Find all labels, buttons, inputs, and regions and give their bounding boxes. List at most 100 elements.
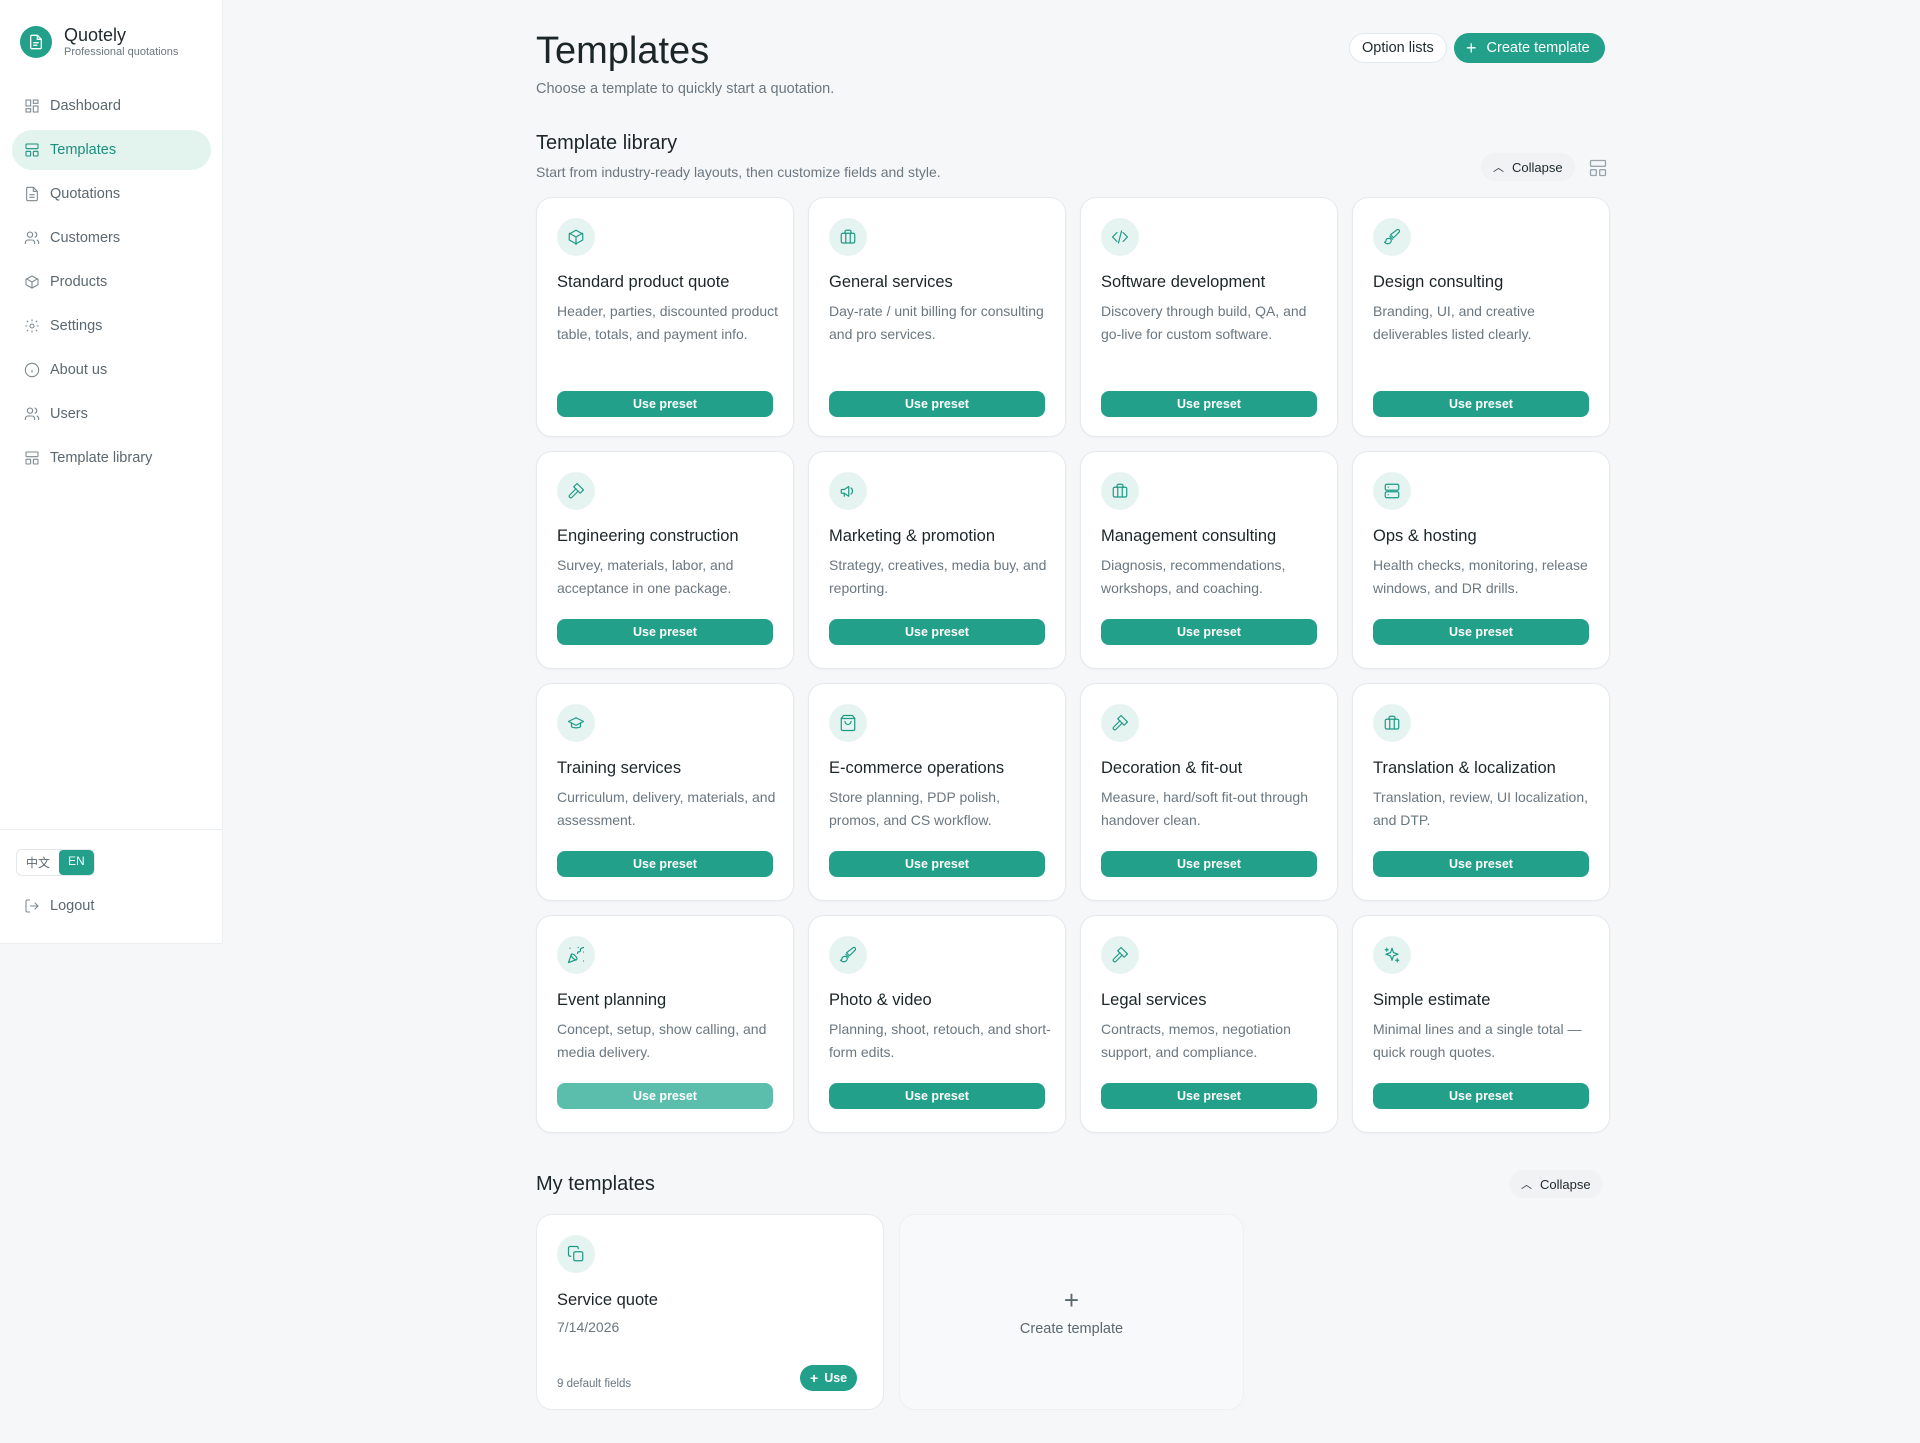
create-template-button[interactable]: + Create template	[1454, 33, 1605, 63]
sidebar-item-quotations[interactable]: Quotations	[12, 174, 211, 214]
use-preset-button[interactable]: Use preset	[829, 391, 1045, 417]
template-card-title: Ops & hosting	[1373, 527, 1477, 545]
template-card[interactable]: General services Day-rate / unit billing …	[808, 197, 1066, 437]
template-card-title: General services	[829, 273, 953, 291]
box-icon	[557, 218, 595, 256]
info-icon	[24, 362, 40, 378]
sidebar-nav: Dashboard Templates Quotations Customers…	[12, 86, 211, 482]
create-template-card[interactable]: + Create template	[899, 1214, 1244, 1410]
template-card-description: Branding, UI, and creative deliverables …	[1373, 303, 1535, 342]
brush-icon	[1373, 218, 1411, 256]
graduation-cap-icon	[557, 704, 595, 742]
use-preset-button[interactable]: Use preset	[829, 1083, 1045, 1109]
template-card[interactable]: Design consulting Branding, UI, and creat…	[1352, 197, 1610, 437]
collapse-label: Collapse	[1540, 1176, 1591, 1192]
sidebar-item-template-library[interactable]: Template library	[12, 438, 211, 478]
template-card-description: Day-rate / unit billing for consulting a…	[829, 303, 1044, 342]
sidebar-item-products[interactable]: Products	[12, 262, 211, 302]
sidebar-item-templates[interactable]: Templates	[12, 130, 211, 170]
use-preset-button[interactable]: Use preset	[557, 851, 773, 877]
sidebar-item-label: Settings	[50, 318, 103, 334]
collapse-label: Collapse	[1512, 159, 1563, 175]
hammer-icon	[1101, 704, 1139, 742]
use-preset-button[interactable]: Use preset	[1373, 851, 1589, 877]
shopping-bag-icon	[829, 704, 867, 742]
template-card[interactable]: Software development Discovery through bu…	[1080, 197, 1338, 437]
use-preset-button[interactable]: Use preset	[557, 1083, 773, 1109]
language-option-en[interactable]: EN	[59, 850, 94, 875]
template-card[interactable]: Training services Curriculum, delivery, m…	[536, 683, 794, 901]
gear-icon	[25, 319, 39, 333]
library-collapse-button[interactable]: ︿ Collapse	[1481, 153, 1575, 181]
box-icon	[25, 275, 39, 289]
template-card[interactable]: Simple estimate Minimal lines and a singl…	[1352, 915, 1610, 1133]
templates-icon	[25, 451, 39, 465]
use-preset-button[interactable]: Use preset	[557, 391, 773, 417]
language-switcher: 中文 EN	[16, 849, 95, 876]
template-card-description: Curriculum, delivery, materials, and ass…	[557, 789, 776, 828]
option-lists-button[interactable]: Option lists	[1349, 33, 1447, 63]
sidebar: Quotely Professional quotations Dashboar…	[0, 0, 223, 944]
template-card[interactable]: Standard product quote Header, parties, d…	[536, 197, 794, 437]
sparkles-icon	[1373, 936, 1411, 974]
brand-subtitle: Professional quotations	[64, 46, 179, 58]
logout-icon	[25, 899, 39, 913]
my-template-card[interactable]: Service quote 7/14/2026 9 default fields…	[536, 1214, 884, 1410]
template-card-description: Discovery through build, QA, and go-live…	[1101, 303, 1307, 342]
template-card-description: Health checks, monitoring, release windo…	[1373, 557, 1588, 596]
template-card[interactable]: Marketing & promotion Strategy, creatives…	[808, 451, 1066, 669]
sidebar-item-customers[interactable]: Customers	[12, 218, 211, 258]
use-preset-button[interactable]: Use preset	[1101, 619, 1317, 645]
template-card-title: Standard product quote	[557, 273, 730, 291]
template-card[interactable]: Photo & video Planning, shoot, retouch, a…	[808, 915, 1066, 1133]
template-card-title: Software development	[1101, 273, 1266, 291]
template-card-description: Store planning, PDP polish, promos, and …	[829, 789, 1000, 828]
use-preset-button[interactable]: Use preset	[1373, 1083, 1589, 1109]
language-option-zh[interactable]: 中文	[17, 850, 59, 875]
page-subtitle: Choose a template to quickly start a quo…	[536, 81, 835, 97]
use-preset-button[interactable]: Use preset	[1101, 391, 1317, 417]
sidebar-item-users[interactable]: Users	[12, 394, 211, 434]
sidebar-item-dashboard[interactable]: Dashboard	[12, 86, 211, 126]
template-card[interactable]: Engineering construction Survey, material…	[536, 451, 794, 669]
document-icon	[26, 186, 38, 202]
plus-icon: +	[1466, 38, 1477, 58]
template-card[interactable]: Decoration & fit-out Measure, hard/soft f…	[1080, 683, 1338, 901]
template-card[interactable]: Translation & localization Translation, r…	[1352, 683, 1610, 901]
template-card-title: Photo & video	[829, 991, 932, 1009]
template-card[interactable]: Management consulting Diagnosis, recommen…	[1080, 451, 1338, 669]
chevron-up-icon: ︿	[1493, 162, 1504, 174]
hammer-icon	[557, 472, 595, 510]
briefcase-icon	[829, 218, 867, 256]
sidebar-item-settings[interactable]: Settings	[12, 306, 211, 346]
dashboard-icon	[25, 99, 39, 113]
template-card[interactable]: Event planning Concept, setup, show calli…	[536, 915, 794, 1133]
template-card-title: Management consulting	[1101, 527, 1277, 545]
my-templates-collapse-button[interactable]: ︿ Collapse	[1509, 1170, 1603, 1198]
sidebar-item-about-us[interactable]: About us	[12, 350, 211, 390]
use-preset-button[interactable]: Use preset	[1101, 851, 1317, 877]
logout-button[interactable]: Logout	[24, 898, 94, 914]
use-preset-button[interactable]: Use preset	[1373, 619, 1589, 645]
brush-icon	[829, 936, 867, 974]
template-card-description: Minimal lines and a single total — quick…	[1373, 1021, 1582, 1060]
template-card-description: Survey, materials, labor, and acceptance…	[557, 557, 734, 596]
use-preset-button[interactable]: Use preset	[1101, 1083, 1317, 1109]
use-preset-button[interactable]: Use preset	[1373, 391, 1589, 417]
sidebar-item-label: Templates	[50, 142, 117, 158]
use-template-button[interactable]: + Use	[800, 1365, 858, 1391]
template-card[interactable]: E-commerce operations Store planning, PDP…	[808, 683, 1066, 901]
copy-icon	[557, 1235, 595, 1273]
party-popper-icon	[557, 936, 595, 974]
layout-toggle-icon[interactable]	[1588, 158, 1608, 178]
use-preset-button[interactable]: Use preset	[829, 619, 1045, 645]
template-card[interactable]: Legal services Contracts, memos, negotiat…	[1080, 915, 1338, 1133]
chevron-up-icon: ︿	[1521, 1179, 1532, 1191]
sidebar-divider	[0, 829, 223, 830]
use-preset-button[interactable]: Use preset	[829, 851, 1045, 877]
brand[interactable]: Quotely Professional quotations	[20, 25, 178, 59]
page-title: Templates	[536, 30, 710, 72]
sidebar-item-label: Dashboard	[50, 98, 121, 114]
template-card[interactable]: Ops & hosting Health checks, monitoring, …	[1352, 451, 1610, 669]
use-preset-button[interactable]: Use preset	[557, 619, 773, 645]
